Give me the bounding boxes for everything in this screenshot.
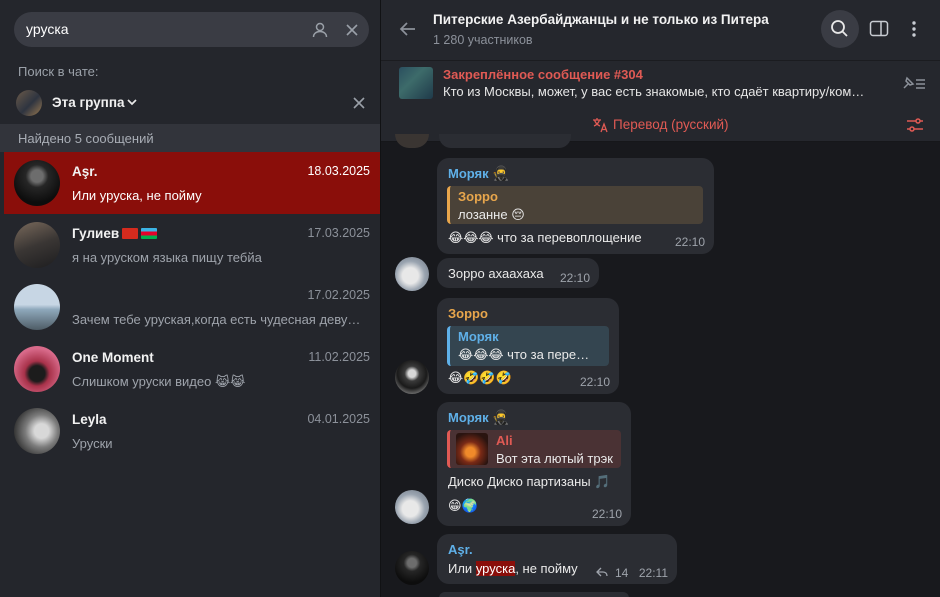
message-bubble[interactable]: Зорро Моряк 😂😂😂 что за пере… 😂🤣🤣🤣 22:10 (437, 298, 619, 394)
reply-quote[interactable]: Моряк 😂😂😂 что за пере… (447, 326, 609, 366)
message-bubble[interactable]: Aşr. Или уруска, не пойму 14 22:11 (437, 534, 677, 584)
message-text: Диско Диско партизаны 🎵 (448, 474, 611, 489)
reply-quote[interactable]: Зорро лозанне 😔 (447, 186, 703, 224)
quote-sender: Зорро (458, 189, 498, 204)
message-time: 22:10 (579, 375, 610, 389)
close-icon[interactable] (343, 21, 361, 39)
message-sender: Зорро (448, 306, 488, 321)
more-vertical-icon[interactable] (909, 20, 919, 38)
result-date: 17.03.2025 (307, 226, 370, 240)
reply-count: 14 (615, 566, 629, 580)
result-snippet: Уруски (72, 436, 113, 451)
settings-sliders-icon[interactable] (905, 116, 925, 134)
chat-search-button[interactable] (821, 10, 859, 48)
sender-status-icon: 🥷 (492, 410, 510, 426)
side-panel-icon[interactable] (869, 20, 889, 38)
search-in-chat-label: Поиск в чате: (18, 64, 99, 79)
message-sender: Моряк 🥷 (448, 166, 510, 182)
message-sender: Aşr. (448, 542, 473, 557)
results-count-label: Найдено 5 сообщений (18, 131, 154, 146)
result-date: 04.01.2025 (307, 412, 370, 426)
message-bubble[interactable]: Моряк 🥷 Зорро лозанне 😔 😂😂😂 что за перев… (437, 158, 714, 254)
quote-text: Вот эта лютый трэк (496, 451, 613, 466)
sender-status-icon: 🥷 (492, 166, 510, 182)
flag-turkey-icon (122, 228, 139, 239)
result-snippet: Зачем тебе уруская,когда есть чудесная д… (72, 312, 361, 327)
result-name: Гулиев (72, 226, 158, 241)
result-snippet: я на уруском языка пищу тебйа (72, 250, 262, 265)
chat-title[interactable]: Питерские Азербайджанцы и не только из П… (433, 12, 769, 27)
quote-sender: Моряк (458, 329, 499, 344)
flag-azerbaijan-icon (141, 228, 158, 239)
chat-panel: Питерские Азербайджанцы и не только из П… (380, 0, 940, 597)
result-name: Leyla (72, 412, 107, 427)
avatar (14, 160, 60, 206)
search-scope-selector[interactable]: Эта группа (0, 86, 380, 120)
chat-header: Питерские Азербайджанцы и не только из П… (381, 0, 940, 60)
search-icon (831, 20, 848, 37)
result-snippet: Слишком уруски видео 😹😹 (72, 374, 246, 389)
avatar[interactable] (395, 360, 429, 394)
message-sender: Моряк 🥷 (448, 410, 510, 426)
result-snippet: Или уруска, не пойму (72, 188, 202, 203)
back-arrow-icon[interactable] (399, 20, 417, 38)
chevron-down-icon[interactable] (126, 96, 138, 108)
message-text: 😁🌍 (448, 498, 478, 513)
message-bubble[interactable]: Зорро ахаахаха 22:10 (437, 258, 599, 288)
translate-label: Перевод (русский) (613, 117, 729, 132)
avatar (14, 284, 60, 330)
message-bubble-partial (439, 134, 571, 148)
avatar (395, 134, 429, 148)
pinned-thumbnail (399, 67, 433, 99)
message-bubble[interactable]: Моряк 🥷 Ali Вот эта лютый трэк Диско Дис… (437, 402, 631, 526)
message-time: 22:11 (638, 566, 668, 580)
avatar[interactable] (395, 490, 429, 524)
message-text: Или уруска, не пойму (448, 561, 578, 576)
avatar (14, 408, 60, 454)
message-text: 😂😂😂 что за перевоплощение (448, 230, 642, 245)
result-name: One Moment (72, 350, 154, 365)
search-result-item[interactable]: 17.02.2025 Зачем тебе уруская,когда есть… (4, 276, 380, 338)
pin-list-icon[interactable] (900, 74, 928, 92)
close-icon[interactable] (351, 95, 367, 111)
quote-text: 😂😂😂 что за пере… (458, 347, 590, 362)
avatar[interactable] (395, 257, 429, 291)
message-time: 22:10 (674, 235, 705, 249)
avatar (14, 222, 60, 268)
search-result-item[interactable]: One Moment 11.02.2025 Слишком уруски вид… (4, 338, 380, 400)
quote-sender: Ali (496, 433, 513, 448)
search-input[interactable] (26, 18, 296, 40)
quote-thumbnail (456, 433, 488, 465)
search-result-item[interactable]: Leyla 04.01.2025 Уруски (4, 400, 380, 462)
avatar (14, 346, 60, 392)
scope-label: Эта группа (52, 95, 125, 110)
message-bubble-partial (439, 592, 629, 597)
message-time: 22:10 (559, 271, 590, 285)
search-result-item[interactable]: Гулиев 17.03.2025 я на уруском языка пищ… (4, 214, 380, 276)
reply-icon[interactable] (596, 567, 608, 577)
pinned-title: Закреплённое сообщение #304 (443, 67, 643, 82)
quote-text: лозанне 😔 (458, 207, 525, 222)
search-result-item[interactable]: Aşr. 18.03.2025 Или уруска, не пойму (4, 152, 380, 214)
results-count-bar: Найдено 5 сообщений (0, 124, 380, 152)
translate-icon (593, 118, 608, 133)
search-highlight: уруска (475, 561, 516, 576)
search-box[interactable] (14, 12, 369, 47)
message-time: 22:10 (591, 507, 622, 521)
reply-quote[interactable]: Ali Вот эта лютый трэк (447, 430, 621, 468)
message-text: Зорро ахаахаха (448, 266, 544, 281)
person-icon[interactable] (311, 21, 329, 39)
pinned-message-bar[interactable]: Закреплённое сообщение #304 Кто из Москв… (381, 60, 940, 108)
pinned-text: Кто из Москвы, может, у вас есть знакомы… (443, 84, 865, 99)
result-date: 11.02.2025 (308, 350, 370, 364)
search-sidebar: Поиск в чате: Эта группа Найдено 5 сообщ… (0, 0, 380, 597)
member-count: 1 280 участников (433, 33, 533, 47)
group-avatar (16, 90, 42, 116)
avatar[interactable] (395, 551, 429, 585)
result-name: Aşr. (72, 164, 98, 179)
message-text: 😂🤣🤣🤣 (448, 370, 512, 385)
result-date: 17.02.2025 (307, 288, 370, 302)
result-date: 18.03.2025 (307, 164, 370, 178)
